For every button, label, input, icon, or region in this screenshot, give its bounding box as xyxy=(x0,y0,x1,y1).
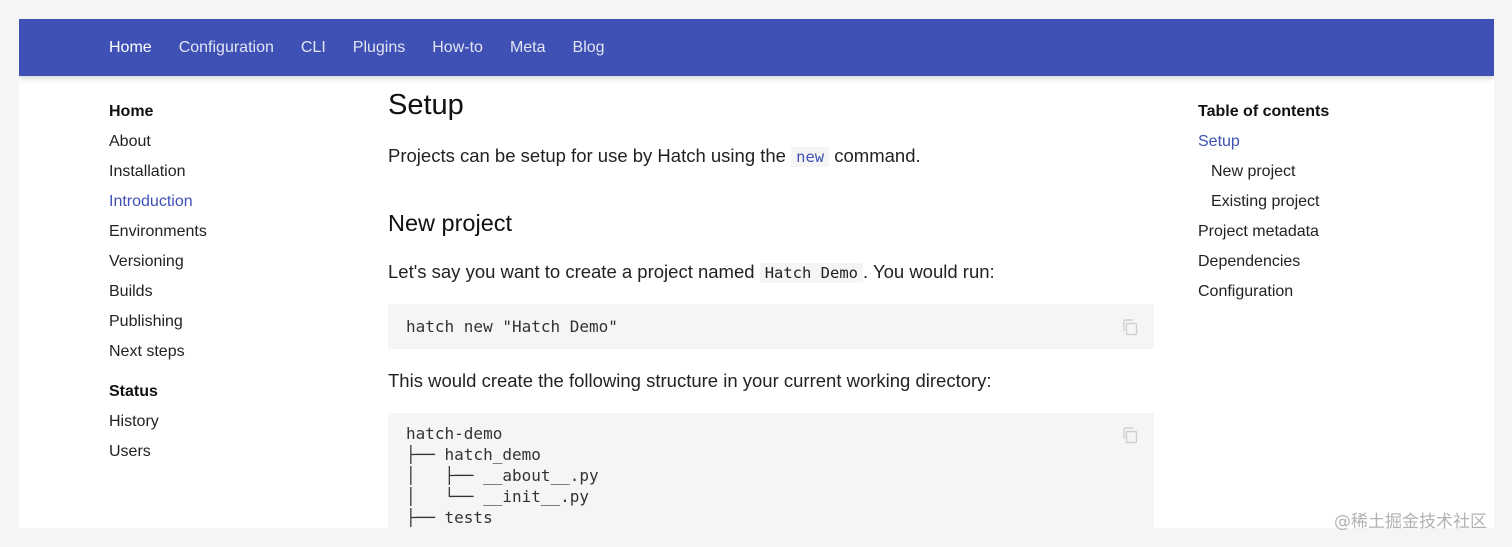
toc-item-new-project[interactable]: New project xyxy=(1198,161,1458,191)
sidebar-item-builds[interactable]: Builds xyxy=(109,281,329,311)
sidebar-item-publishing[interactable]: Publishing xyxy=(109,311,329,341)
sidebar-item-about[interactable]: About xyxy=(109,131,329,161)
top-navigation-bar: Home Configuration CLI Plugins How-to Me… xyxy=(19,19,1494,76)
structure-paragraph: This would create the following structur… xyxy=(388,370,992,391)
inline-code-project-name: Hatch Demo xyxy=(759,263,864,283)
page-frame: Home Configuration CLI Plugins How-to Me… xyxy=(19,19,1494,528)
p2-text-after: . You would run: xyxy=(863,261,995,282)
toc-item-project-metadata[interactable]: Project metadata xyxy=(1198,221,1458,251)
sidebar-item-introduction[interactable]: Introduction xyxy=(109,191,329,221)
inline-code-new: new xyxy=(791,147,830,167)
toc-item-existing-project[interactable]: Existing project xyxy=(1198,191,1458,221)
toc-title: Table of contents xyxy=(1198,103,1330,120)
intro-paragraph: Projects can be setup for use by Hatch u… xyxy=(388,143,1154,169)
sidebar-item-history[interactable]: History xyxy=(109,411,329,441)
sidebar-section-home[interactable]: Home xyxy=(109,101,329,131)
topnav-cli[interactable]: CLI xyxy=(301,39,326,57)
intro-text-before: Projects can be setup for use by Hatch u… xyxy=(388,145,792,166)
sidebar-item-installation[interactable]: Installation xyxy=(109,161,329,191)
code-command: hatch new "Hatch Demo" xyxy=(406,317,618,336)
topnav-meta[interactable]: Meta xyxy=(510,39,546,57)
code-block-command: hatch new "Hatch Demo" xyxy=(388,304,1154,349)
main-content: Setup Projects can be setup for use by H… xyxy=(388,85,1154,528)
left-sidebar: Home About Installation Introduction Env… xyxy=(109,101,329,471)
heading-new-project: New project xyxy=(388,210,513,236)
topnav-home[interactable]: Home xyxy=(109,39,152,57)
topnav-blog[interactable]: Blog xyxy=(573,39,605,57)
copy-icon[interactable] xyxy=(1121,426,1139,444)
sidebar-item-users[interactable]: Users xyxy=(109,441,329,471)
code-structure: hatch-demo ├── hatch_demo │ ├── __about_… xyxy=(406,424,599,527)
new-project-paragraph: Let's say you want to create a project n… xyxy=(388,259,1154,285)
topnav-how-to[interactable]: How-to xyxy=(432,39,483,57)
code-block-structure: hatch-demo ├── hatch_demo │ ├── __about_… xyxy=(388,413,1154,528)
sidebar-item-versioning[interactable]: Versioning xyxy=(109,251,329,281)
toc-item-setup[interactable]: Setup xyxy=(1198,131,1458,161)
topnav-plugins[interactable]: Plugins xyxy=(353,39,405,57)
copy-icon[interactable] xyxy=(1121,318,1139,336)
intro-text-after: command. xyxy=(829,145,921,166)
table-of-contents: Table of contents Setup New project Exis… xyxy=(1198,101,1458,311)
watermark: @稀土掘金技术社区 xyxy=(1334,512,1487,532)
p2-text-before: Let's say you want to create a project n… xyxy=(388,261,760,282)
sidebar-section-status[interactable]: Status xyxy=(109,381,329,411)
sidebar-item-environments[interactable]: Environments xyxy=(109,221,329,251)
topnav-configuration[interactable]: Configuration xyxy=(179,39,274,57)
page-title: Setup xyxy=(388,89,464,121)
toc-item-dependencies[interactable]: Dependencies xyxy=(1198,251,1458,281)
toc-item-configuration[interactable]: Configuration xyxy=(1198,281,1458,311)
top-nav: Home Configuration CLI Plugins How-to Me… xyxy=(109,19,632,76)
sidebar-item-next-steps[interactable]: Next steps xyxy=(109,341,329,371)
